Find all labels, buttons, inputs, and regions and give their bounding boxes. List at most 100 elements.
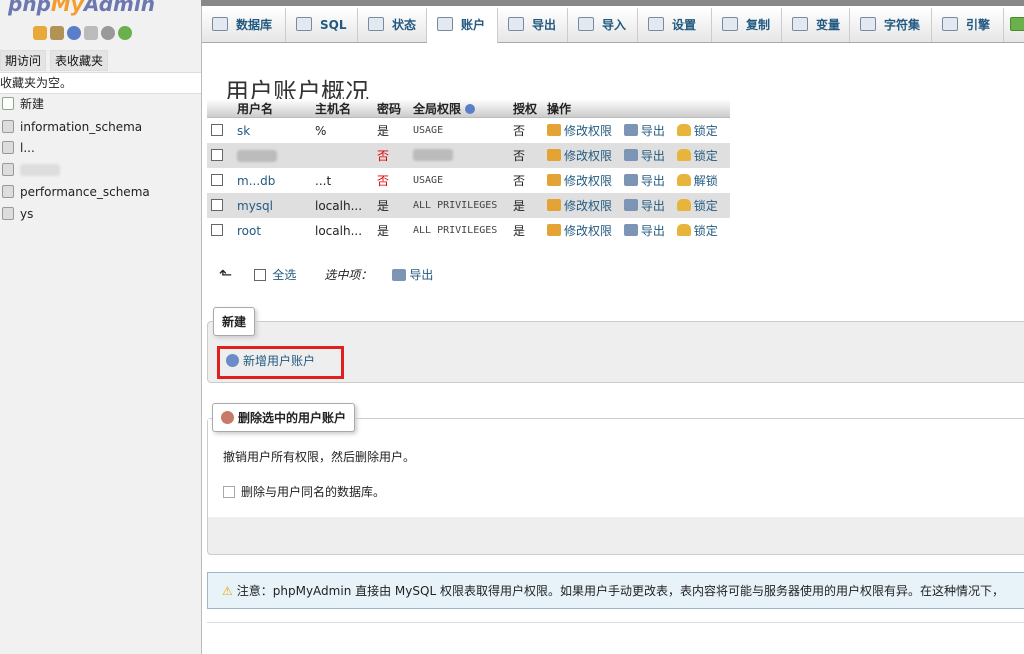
lock-link[interactable]: 锁定 (676, 122, 718, 139)
tab-replication[interactable]: 复制 (712, 8, 782, 42)
home-icon[interactable] (33, 26, 47, 40)
engine-icon (942, 17, 958, 31)
database-icon (2, 207, 14, 220)
plugin-icon (1010, 17, 1024, 31)
select-all-label[interactable]: 全选 (272, 266, 296, 283)
row-checkbox[interactable] (211, 198, 223, 211)
user-cell[interactable]: m...db (233, 168, 311, 193)
drop-database-option[interactable]: 删除与用户同名的数据库。 (223, 483, 385, 500)
tab-accounts[interactable]: 账户 (427, 8, 498, 43)
db-item-blurred-1[interactable]: l... (2, 138, 35, 158)
sql-icon (296, 17, 312, 31)
actions-cell: 修改权限 导出 锁定 (543, 218, 730, 243)
password-cell: 否 (373, 168, 409, 193)
export-link[interactable]: 导出 (623, 222, 665, 239)
tab-variables[interactable]: 变量 (782, 8, 850, 42)
header-global-privileges[interactable]: 全局权限 (409, 99, 509, 118)
tab-sql[interactable]: SQL (286, 8, 358, 42)
tab-export[interactable]: 导出 (498, 8, 568, 42)
lock-link[interactable]: 锁定 (676, 222, 718, 239)
grant-cell: 是 (509, 218, 543, 243)
privileges-cell: ALL PRIVILEGES (409, 218, 509, 243)
edit-privileges-link[interactable]: 修改权限 (547, 222, 612, 239)
unlock-link[interactable]: 解锁 (676, 172, 718, 189)
reload-icon[interactable] (118, 26, 132, 40)
header-action: 操作 (543, 99, 730, 118)
database-icon (212, 17, 228, 31)
tab-databases[interactable]: 数据库 (202, 8, 286, 42)
row-checkbox[interactable] (211, 123, 223, 136)
user-cell[interactable] (233, 143, 311, 168)
favorites-empty-text: 收藏夹为空。 (0, 72, 201, 94)
user-cell[interactable]: mysql (233, 193, 311, 218)
tab-engines[interactable]: 引擎 (932, 8, 1004, 42)
user-accounts-table: 用户名 主机名 密码 全局权限 授权 操作 sk % 是 USAGE 否 修改权… (207, 99, 730, 243)
nav-tabs: 期访问 表收藏夹 (0, 50, 109, 71)
selection-row: ⬑ 全选 选中项： 导出 (219, 265, 441, 284)
export-link[interactable]: 导出 (623, 122, 665, 139)
warning-icon: ⚠ (222, 584, 233, 598)
header-host[interactable]: 主机名 (311, 99, 373, 118)
help-icon[interactable] (465, 103, 476, 114)
export-link[interactable]: 导出 (623, 172, 665, 189)
database-icon (2, 185, 14, 198)
db-item-information-schema[interactable]: information_schema (2, 117, 142, 137)
blurred-text (237, 149, 277, 162)
docs-icon[interactable] (84, 26, 98, 40)
user-cell[interactable]: sk (233, 117, 311, 143)
lock-link[interactable]: 锁定 (676, 197, 718, 214)
select-all-checkbox[interactable] (254, 268, 267, 281)
tab-more[interactable] (1004, 8, 1024, 42)
lock-link[interactable]: 锁定 (676, 147, 718, 164)
tab-favorites[interactable]: 表收藏夹 (50, 50, 109, 71)
db-item-performance-schema[interactable]: performance_schema (2, 182, 150, 202)
privileges-cell: USAGE (409, 168, 509, 193)
drop-database-checkbox[interactable] (223, 485, 235, 498)
actions-cell: 修改权限 导出 解锁 (543, 168, 730, 193)
tab-status[interactable]: 状态 (358, 8, 427, 42)
privileges-cell (409, 143, 509, 168)
logout-icon[interactable] (50, 26, 64, 40)
db-item-blurred-2[interactable] (2, 160, 60, 180)
edit-privileges-link[interactable]: 修改权限 (547, 197, 612, 214)
new-legend: 新建 (213, 307, 256, 336)
blurred-text (20, 164, 60, 176)
db-item-sys[interactable]: ys (2, 204, 33, 224)
db-item-new[interactable]: 新建 (2, 94, 44, 114)
header-grant[interactable]: 授权 (509, 99, 543, 118)
table-row: root localh... 是 ALL PRIVILEGES 是 修改权限 导… (207, 218, 730, 243)
row-checkbox[interactable] (211, 173, 223, 186)
host-cell: % (311, 117, 373, 143)
row-checkbox[interactable] (211, 223, 223, 236)
nav-icon-bar (33, 26, 132, 40)
header-user[interactable]: 用户名 (233, 99, 311, 118)
export-link[interactable]: 导出 (623, 197, 665, 214)
export-link[interactable]: 导出 (623, 147, 665, 164)
row-checkbox[interactable] (211, 148, 223, 161)
export-icon (623, 199, 638, 212)
header-password[interactable]: 密码 (373, 99, 409, 118)
help-icon[interactable] (67, 26, 81, 40)
phpmyadmin-logo[interactable]: phpMyAdmin (8, 0, 155, 16)
export-selected-button[interactable]: 导出 (392, 266, 433, 283)
edit-privileges-link[interactable]: 修改权限 (547, 122, 612, 139)
export-icon (508, 17, 524, 31)
tab-charset[interactable]: 字符集 (850, 8, 932, 42)
replication-icon (722, 17, 738, 31)
edit-privileges-link[interactable]: 修改权限 (547, 172, 612, 189)
user-cell[interactable]: root (233, 218, 311, 243)
edit-privileges-link[interactable]: 修改权限 (547, 147, 612, 164)
header-checkbox (207, 99, 233, 118)
notice-message: ⚠ 注意：phpMyAdmin 直接由 MySQL 权限表取得用户权限。如果用户手… (207, 572, 1024, 609)
tab-recent[interactable]: 期访问 (0, 50, 47, 71)
edit-privileges-icon (547, 124, 561, 137)
privileges-cell: USAGE (409, 117, 509, 143)
edit-privileges-icon (547, 224, 561, 237)
tab-import[interactable]: 导入 (568, 8, 638, 42)
gear-icon[interactable] (101, 26, 115, 40)
tab-settings[interactable]: 设置 (638, 8, 712, 42)
wrench-icon (648, 17, 664, 31)
privileges-cell: ALL PRIVILEGES (409, 193, 509, 218)
export-icon (623, 224, 638, 237)
host-cell (311, 143, 373, 168)
